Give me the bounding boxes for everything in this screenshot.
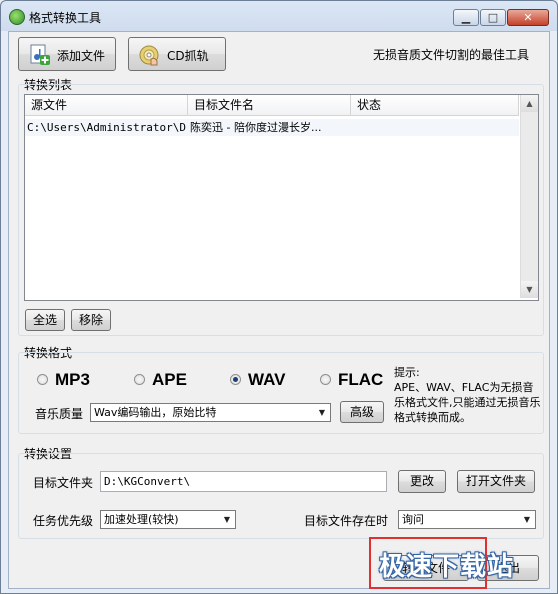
open-folder-button[interactable]: 打开文件夹 <box>457 470 535 493</box>
client-area: 添加文件 CD抓轨 无损音质文件切割的最佳工具 转换列表 源文件 目标文件名 状… <box>8 31 550 589</box>
chevron-down-icon: ▼ <box>318 408 326 417</box>
select-all-button[interactable]: 全选 <box>25 309 65 331</box>
quality-select-value: Wav编码输出，原始比特 <box>94 406 217 419</box>
radio-ape-label: APE <box>152 370 187 389</box>
maximize-button[interactable]: □ <box>480 9 506 26</box>
row-source-cell: C:\Users\Administrator\D... <box>27 121 187 134</box>
chevron-down-icon: ▼ <box>523 515 531 524</box>
radio-flac-dot <box>320 374 331 385</box>
maximize-icon: □ <box>487 11 499 24</box>
cd-rip-label: CD抓轨 <box>167 49 209 63</box>
add-file-label: 添加文件 <box>57 49 106 63</box>
row-target-cell: 陈奕迅 - 陪你度过漫长岁... <box>190 121 322 134</box>
quality-label: 音乐质量 <box>35 407 84 421</box>
file-exists-select[interactable]: 询问 ▼ <box>398 510 536 529</box>
radio-mp3-label: MP3 <box>55 370 90 389</box>
change-folder-button[interactable]: 更改 <box>398 470 446 493</box>
advanced-button[interactable]: 高级 <box>340 401 384 423</box>
column-header-status[interactable]: 状态 <box>351 95 519 116</box>
hint-title: 提示: <box>394 366 420 379</box>
chevron-down-icon: ▼ <box>223 515 231 524</box>
priority-label: 任务优先级 <box>33 514 94 528</box>
list-scrollbar[interactable]: ▲ ▼ <box>520 95 538 298</box>
cd-rip-button[interactable]: CD抓轨 <box>128 37 226 71</box>
window-title: 格式转换工具 <box>29 11 102 25</box>
file-exists-select-value: 询问 <box>402 513 424 526</box>
hint-body: APE、WAV、FLAC为无损音乐格式文件,只能通过无损音乐格式转换而成。 <box>394 381 541 424</box>
cd-icon <box>139 45 159 66</box>
watermark: 极速下载站 <box>379 552 515 582</box>
scroll-down-icon[interactable]: ▼ <box>521 281 538 298</box>
format-hint: 提示: APE、WAV、FLAC为无损音乐格式文件,只能通过无损音乐格式转换而成… <box>394 365 544 425</box>
close-button[interactable]: ✕ <box>507 9 549 26</box>
title-bar[interactable]: 格式转换工具 ▁ □ ✕ <box>1 1 557 31</box>
close-icon: ✕ <box>523 11 533 24</box>
add-file-icon <box>30 44 50 65</box>
file-exists-label: 目标文件存在时 <box>304 514 389 528</box>
column-header-source[interactable]: 源文件 <box>25 95 188 116</box>
priority-select-value: 加速处理(较快) <box>104 513 179 526</box>
radio-ape-dot <box>134 374 145 385</box>
conversion-list[interactable]: 源文件 目标文件名 状态 C:\Users\Administrator\D...… <box>24 94 539 301</box>
minimize-icon: ▁ <box>461 11 471 24</box>
main-window: 格式转换工具 ▁ □ ✕ 添加文件 CD抓轨 无损音质文件切割的最佳工具 转换列… <box>0 0 558 594</box>
add-file-button[interactable]: 添加文件 <box>18 37 116 71</box>
priority-select[interactable]: 加速处理(较快) ▼ <box>100 510 236 529</box>
radio-flac-label: FLAC <box>338 370 384 389</box>
minimize-button[interactable]: ▁ <box>453 9 479 26</box>
scroll-up-icon[interactable]: ▲ <box>521 95 538 112</box>
target-folder-label: 目标文件夹 <box>33 476 94 490</box>
quality-select[interactable]: Wav编码输出，原始比特 ▼ <box>90 403 331 422</box>
radio-wav-label: WAV <box>248 370 286 389</box>
row-status-cell <box>355 119 515 136</box>
column-header-target[interactable]: 目标文件名 <box>188 95 351 116</box>
radio-mp3-dot <box>37 374 48 385</box>
target-folder-input[interactable]: D:\KGConvert\ <box>100 471 387 492</box>
app-icon <box>9 9 25 25</box>
tagline: 无损音质文件切割的最佳工具 <box>372 48 529 62</box>
remove-button[interactable]: 移除 <box>71 309 111 331</box>
radio-wav-dot <box>230 374 241 385</box>
